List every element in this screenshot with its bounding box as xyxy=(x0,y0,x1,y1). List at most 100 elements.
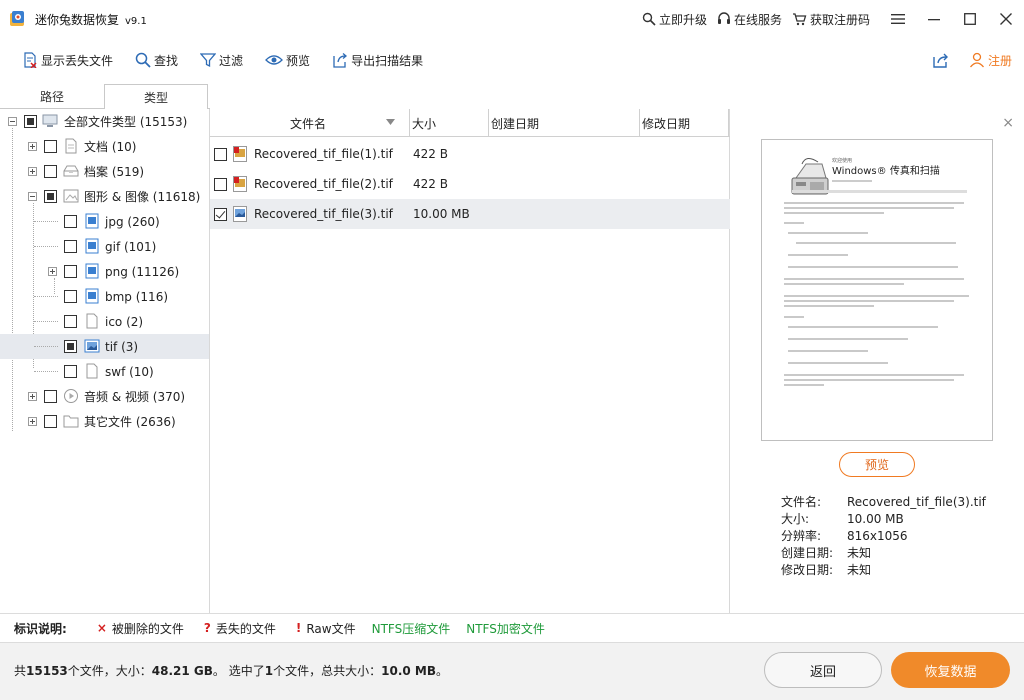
tree-label: 图形 & 图像 (11618) xyxy=(84,190,201,204)
tree-checkbox-images[interactable] xyxy=(44,190,57,203)
tree-node-swf[interactable]: swf (10) xyxy=(0,359,209,384)
tree-checkbox-tif[interactable] xyxy=(64,340,77,353)
tree-node-images[interactable]: 图形 & 图像 (11618) xyxy=(0,184,209,209)
tree-checkbox-bmp[interactable] xyxy=(64,290,77,303)
tree-node-archives[interactable]: 档案 (519) xyxy=(0,159,209,184)
tree-node-audio-video[interactable]: 音频 & 视频 (370) xyxy=(0,384,209,409)
back-button[interactable]: 返回 xyxy=(764,652,882,688)
column-header-modified[interactable]: 修改日期 xyxy=(640,109,729,137)
tree-node-png[interactable]: png (11126) xyxy=(0,259,209,284)
online-service-link[interactable]: 在线服务 xyxy=(717,11,782,28)
tree-checkbox-png[interactable] xyxy=(64,265,77,278)
tree-label: tif (3) xyxy=(105,339,139,354)
file-name: Recovered_tif_file(1).tif xyxy=(254,147,393,161)
tree-label: bmp (116) xyxy=(105,289,169,304)
prop-value: 816x1056 xyxy=(847,529,908,543)
tree-checkbox-other[interactable] xyxy=(44,415,57,428)
tree-checkbox-jpg[interactable] xyxy=(64,215,77,228)
tree-label: 其它文件 (2636) xyxy=(84,415,176,429)
show-lost-files-button[interactable]: 显示丢失文件 xyxy=(18,45,117,75)
file-size: 422 B xyxy=(413,177,448,191)
tree-checkbox-gif[interactable] xyxy=(64,240,77,253)
tree-checkbox-all[interactable] xyxy=(24,115,37,128)
preview-pane: × 欢迎使用 Windows® 传真和扫描 预览 文件名: Recovered_… xyxy=(731,109,1024,613)
legend-bar: 标识说明: × 被删除的文件 ? 丢失的文件 ! Raw文件 NTFS压缩文件 … xyxy=(0,613,1024,642)
tree-checkbox-swf[interactable] xyxy=(64,365,77,378)
legend-deleted-label: 被删除的文件 xyxy=(111,621,184,636)
file-row[interactable]: Recovered_tif_file(3).tif 10.00 MB xyxy=(210,199,730,229)
tree-label: swf (10) xyxy=(105,364,154,379)
expand-toggle[interactable] xyxy=(28,142,37,151)
tree-node-documents[interactable]: 文档 (10) xyxy=(0,134,209,159)
raw-mark-icon: ! xyxy=(295,621,302,635)
get-code-link[interactable]: 获取注册码 xyxy=(792,11,870,28)
tree-node-ico[interactable]: ico (2) xyxy=(0,309,209,334)
column-header-size[interactable]: 大小 xyxy=(410,109,489,137)
column-header-created[interactable]: 创建日期 xyxy=(489,109,640,137)
prop-label: 文件名: xyxy=(781,495,822,509)
file-type-tree: 全部文件类型 (15153) 文档 (10) 档案 (519) 图形 & 图像 … xyxy=(0,109,210,613)
find-label: 查找 xyxy=(154,53,179,68)
tree-checkbox-documents[interactable] xyxy=(44,140,57,153)
tree-checkbox-audio-video[interactable] xyxy=(44,390,57,403)
maximize-button[interactable] xyxy=(952,0,988,38)
tree-label: ico (2) xyxy=(105,314,144,329)
app-title: 迷你兔数据恢复 v9.1 xyxy=(35,11,147,28)
tree-node-all-types[interactable]: 全部文件类型 (15153) xyxy=(0,109,209,134)
minimize-button[interactable] xyxy=(916,0,952,38)
expand-toggle[interactable] xyxy=(48,267,57,276)
collapse-toggle[interactable] xyxy=(28,192,37,201)
tree-label: 文档 (10) xyxy=(84,140,137,154)
filter-button[interactable]: 过滤 xyxy=(196,45,247,75)
file-row[interactable]: Recovered_tif_file(2).tif 422 B xyxy=(210,169,730,199)
tree-node-gif[interactable]: gif (101) xyxy=(0,234,209,259)
file-properties: 文件名: Recovered_tif_file(3).tif 大小: 10.00 M… xyxy=(781,494,986,579)
tab-type[interactable]: 类型 xyxy=(104,84,208,110)
prop-value: 未知 xyxy=(847,563,872,577)
legend-lost-label: 丢失的文件 xyxy=(215,621,276,636)
menu-button[interactable] xyxy=(880,0,916,38)
tree-line xyxy=(34,296,58,297)
recover-data-button[interactable]: 恢复数据 xyxy=(891,652,1010,688)
tree-label: jpg (260) xyxy=(105,214,160,229)
app-name: 迷你兔数据恢复 xyxy=(35,12,120,27)
lost-file-icon xyxy=(24,52,37,68)
column-header-name[interactable]: 文件名 xyxy=(210,109,410,137)
tree-node-tif[interactable]: tif (3) xyxy=(0,334,209,359)
close-button[interactable] xyxy=(988,0,1024,38)
share-button[interactable] xyxy=(932,52,949,68)
file-row[interactable]: Recovered_tif_file(1).tif 422 B xyxy=(210,139,730,169)
file-checkbox[interactable] xyxy=(214,147,227,161)
minimize-icon xyxy=(928,19,940,21)
tree-checkbox-ico[interactable] xyxy=(64,315,77,328)
export-results-button[interactable]: 导出扫描结果 xyxy=(328,45,427,75)
tree-checkbox-archives[interactable] xyxy=(44,165,57,178)
key-search-icon xyxy=(642,12,656,26)
status-bar: 共15153个文件，大小：48.21 GB。 选中了1个文件，总共大小：10.0… xyxy=(0,642,1024,700)
tree-node-bmp[interactable]: bmp (116) xyxy=(0,284,209,309)
prop-value: 10.00 MB xyxy=(847,512,904,526)
register-button[interactable]: 注册 xyxy=(969,52,1012,69)
tab-path[interactable]: 路径 xyxy=(0,84,104,109)
toolbar: 显示丢失文件 查找 过滤 预览 导出扫描结果 注册 xyxy=(0,38,1024,82)
find-button[interactable]: 查找 xyxy=(131,45,182,75)
tree-node-other[interactable]: 其它文件 (2636) xyxy=(0,409,209,434)
tree-line xyxy=(34,346,58,347)
maximize-icon xyxy=(964,13,976,25)
status-text: 。 xyxy=(436,664,449,678)
file-checkbox[interactable] xyxy=(214,207,227,221)
close-preview-icon[interactable]: × xyxy=(1002,115,1014,131)
view-tabs: 路径 类型 xyxy=(0,84,210,110)
upgrade-link[interactable]: 立即升级 xyxy=(642,11,707,28)
status-text: 共 xyxy=(14,664,27,678)
expand-toggle[interactable] xyxy=(28,167,37,176)
preview-button[interactable]: 预览 xyxy=(839,452,915,477)
file-checkbox[interactable] xyxy=(214,177,227,191)
expand-toggle[interactable] xyxy=(28,392,37,401)
collapse-toggle[interactable] xyxy=(8,117,17,126)
document-icon xyxy=(65,138,77,154)
expand-toggle[interactable] xyxy=(28,417,37,426)
tree-node-jpg[interactable]: jpg (260) xyxy=(0,209,209,234)
tree-line xyxy=(34,246,58,247)
preview-toolbar-button[interactable]: 预览 xyxy=(261,45,314,75)
